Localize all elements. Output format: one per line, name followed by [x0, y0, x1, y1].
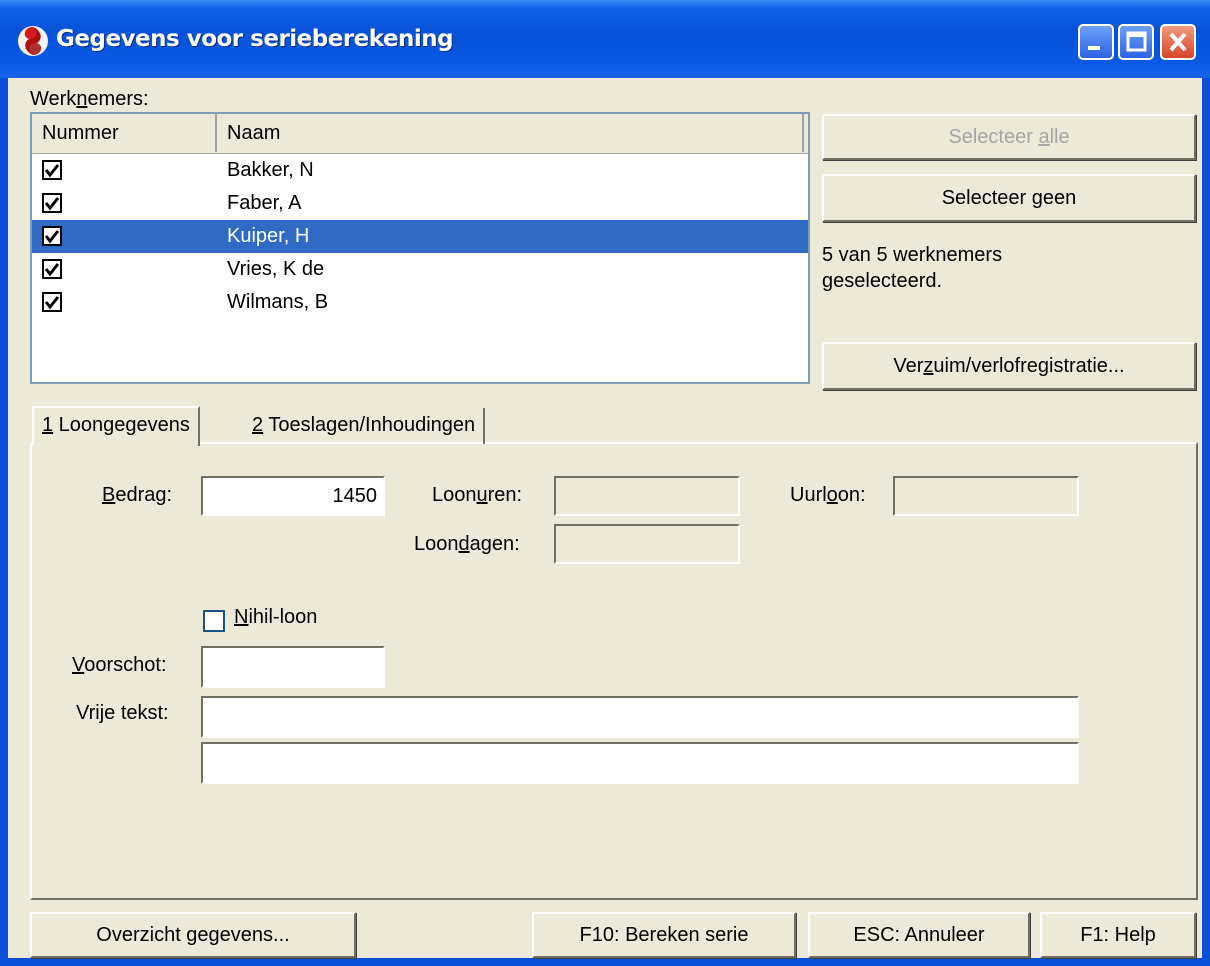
label-accel: o	[826, 484, 838, 506]
label-accel: d	[458, 533, 470, 555]
button-label: lle	[1049, 126, 1070, 148]
label-text: Loon	[432, 484, 477, 506]
list-item[interactable]: Bakker, N	[32, 154, 808, 187]
list-item[interactable]: Faber, A	[32, 187, 808, 220]
label-text: edrag:	[115, 484, 173, 506]
checkmark-icon	[44, 197, 60, 211]
checkmark-icon	[44, 164, 60, 178]
close-button[interactable]	[1160, 24, 1196, 60]
employee-name: Faber, A	[227, 192, 302, 214]
select-all-button[interactable]: Selecteer alle	[822, 114, 1196, 160]
button-label: Selecteer	[941, 187, 1032, 209]
hours-input[interactable]	[554, 476, 740, 516]
amount-label: Bedrag:	[102, 484, 172, 507]
label-accel: N	[234, 606, 249, 628]
selection-status: 5 van 5 werknemers geselecteerd.	[822, 242, 1002, 294]
button-label-accel: a	[1038, 126, 1050, 148]
checkmark-icon	[44, 230, 60, 244]
label-text: on:	[837, 484, 866, 506]
hours-label: Loonuren:	[432, 484, 522, 507]
days-input[interactable]	[554, 524, 740, 564]
free-text-label: Vrije tekst:	[76, 702, 169, 724]
hourly-wage-label: Uurloon:	[790, 484, 866, 507]
employee-name: Kuiper, H	[217, 220, 808, 253]
label-accel: u	[476, 484, 488, 506]
window-title: Gegevens voor serieberekening	[56, 26, 454, 52]
checkbox-cell[interactable]	[32, 220, 217, 253]
help-button[interactable]: F1: Help	[1040, 912, 1196, 958]
cancel-button[interactable]: ESC: Annuleer	[808, 912, 1030, 958]
tab-toeslagen-inhoudingen[interactable]: 2 Toeslagen/Inhoudingen	[244, 408, 486, 444]
amount-input[interactable]: 1450	[201, 476, 385, 516]
hourly-wage-input[interactable]	[893, 476, 1079, 516]
button-label: een	[1042, 187, 1077, 209]
employees-label-part: emers:	[87, 88, 149, 110]
label-text: ren:	[487, 484, 523, 506]
employee-name: Wilmans, B	[227, 291, 329, 313]
button-label-accel: z	[923, 355, 934, 377]
close-icon	[1169, 32, 1187, 52]
calculate-series-button[interactable]: F10: Bereken serie	[532, 912, 796, 958]
checkmark-icon	[44, 296, 60, 310]
label-accel: B	[102, 484, 116, 506]
selection-status-line: geselecteerd.	[822, 270, 943, 292]
selection-status-line: 5 van 5 werknemers	[822, 244, 1003, 266]
row-checkbox[interactable]	[42, 226, 62, 246]
list-item-selected[interactable]: Kuiper, H	[32, 220, 808, 253]
button-label: Ver	[893, 355, 924, 377]
title-bar[interactable]: Gegevens voor serieberekening	[0, 0, 1210, 78]
column-header-name[interactable]: Naam	[217, 114, 804, 152]
employee-list[interactable]: Nummer Naam Bakker, N Faber, A Kuiper, H…	[30, 112, 810, 384]
label-text: oorschot:	[84, 654, 167, 676]
tab-number: 2	[252, 414, 264, 436]
employee-name: Bakker, N	[227, 159, 314, 181]
label-text: agen:	[469, 533, 520, 555]
employee-name: Vries, K de	[227, 258, 325, 280]
column-header-number[interactable]: Nummer	[32, 114, 217, 152]
maximize-button[interactable]	[1118, 24, 1154, 60]
row-checkbox[interactable]	[42, 193, 62, 213]
button-label: uim/verlofregistratie...	[933, 355, 1125, 377]
overview-button[interactable]: Overzicht gegevens...	[30, 912, 356, 958]
row-checkbox[interactable]	[42, 292, 62, 312]
advance-label: Voorschot:	[72, 654, 167, 677]
button-label-accel: g	[1031, 187, 1043, 209]
absence-registration-button[interactable]: Verzuim/verlofregistratie...	[822, 342, 1196, 390]
employees-label-accel: n	[76, 88, 88, 110]
select-none-button[interactable]: Selecteer geen	[822, 174, 1196, 222]
tab-label: Toeslagen/Inhoudingen	[263, 414, 476, 436]
employees-label: Werknemers:	[30, 88, 149, 111]
nil-wage-label[interactable]: Nihil-loon	[234, 606, 317, 629]
checkbox-cell[interactable]	[32, 187, 217, 220]
advance-input[interactable]	[201, 646, 385, 688]
row-checkbox[interactable]	[42, 259, 62, 279]
checkmark-icon	[44, 263, 60, 277]
tab-loongegevens[interactable]: 1 Loongegevens	[32, 406, 200, 446]
free-text-input-2[interactable]	[201, 742, 1079, 784]
checkbox-cell[interactable]	[32, 253, 217, 286]
tab-label: Loongegevens	[53, 414, 190, 436]
label-text: Uurl	[790, 484, 827, 506]
checkbox-cell[interactable]	[32, 286, 217, 319]
button-label: Selecteer	[948, 126, 1039, 148]
minimize-button[interactable]	[1078, 24, 1114, 60]
free-text-input-1[interactable]	[201, 696, 1079, 738]
checkbox-cell[interactable]	[32, 154, 217, 187]
maximize-icon	[1126, 31, 1147, 52]
employees-label-part: Werk	[30, 88, 77, 110]
list-item[interactable]: Wilmans, B	[32, 286, 808, 319]
list-header: Nummer Naam	[32, 114, 808, 154]
label-text: Loon	[414, 533, 459, 555]
row-checkbox[interactable]	[42, 160, 62, 180]
label-text: ihil-loon	[248, 606, 318, 628]
minimize-icon	[1088, 46, 1100, 50]
list-item[interactable]: Vries, K de	[32, 253, 808, 286]
tab-number: 1	[42, 414, 54, 436]
label-accel: V	[72, 654, 85, 676]
days-label: Loondagen:	[414, 533, 520, 556]
nil-wage-checkbox[interactable]	[203, 610, 225, 632]
app-logo-icon	[18, 26, 48, 56]
